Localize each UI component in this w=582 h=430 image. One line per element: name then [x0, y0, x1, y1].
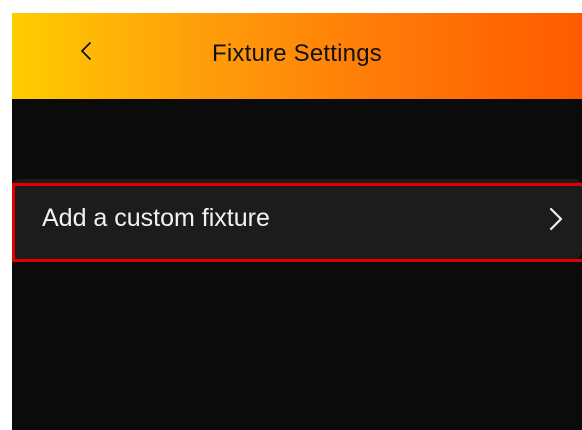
app-screen: Fixture Settings Add a custom fixture	[12, 13, 582, 430]
list-item-label: Add a custom fixture	[42, 204, 270, 232]
header-bar: Fixture Settings	[12, 13, 582, 99]
page-title: Fixture Settings	[212, 40, 382, 67]
settings-list: Add a custom fixture	[12, 179, 582, 259]
chevron-right-icon	[544, 201, 568, 237]
add-custom-fixture-item[interactable]: Add a custom fixture	[12, 179, 582, 259]
